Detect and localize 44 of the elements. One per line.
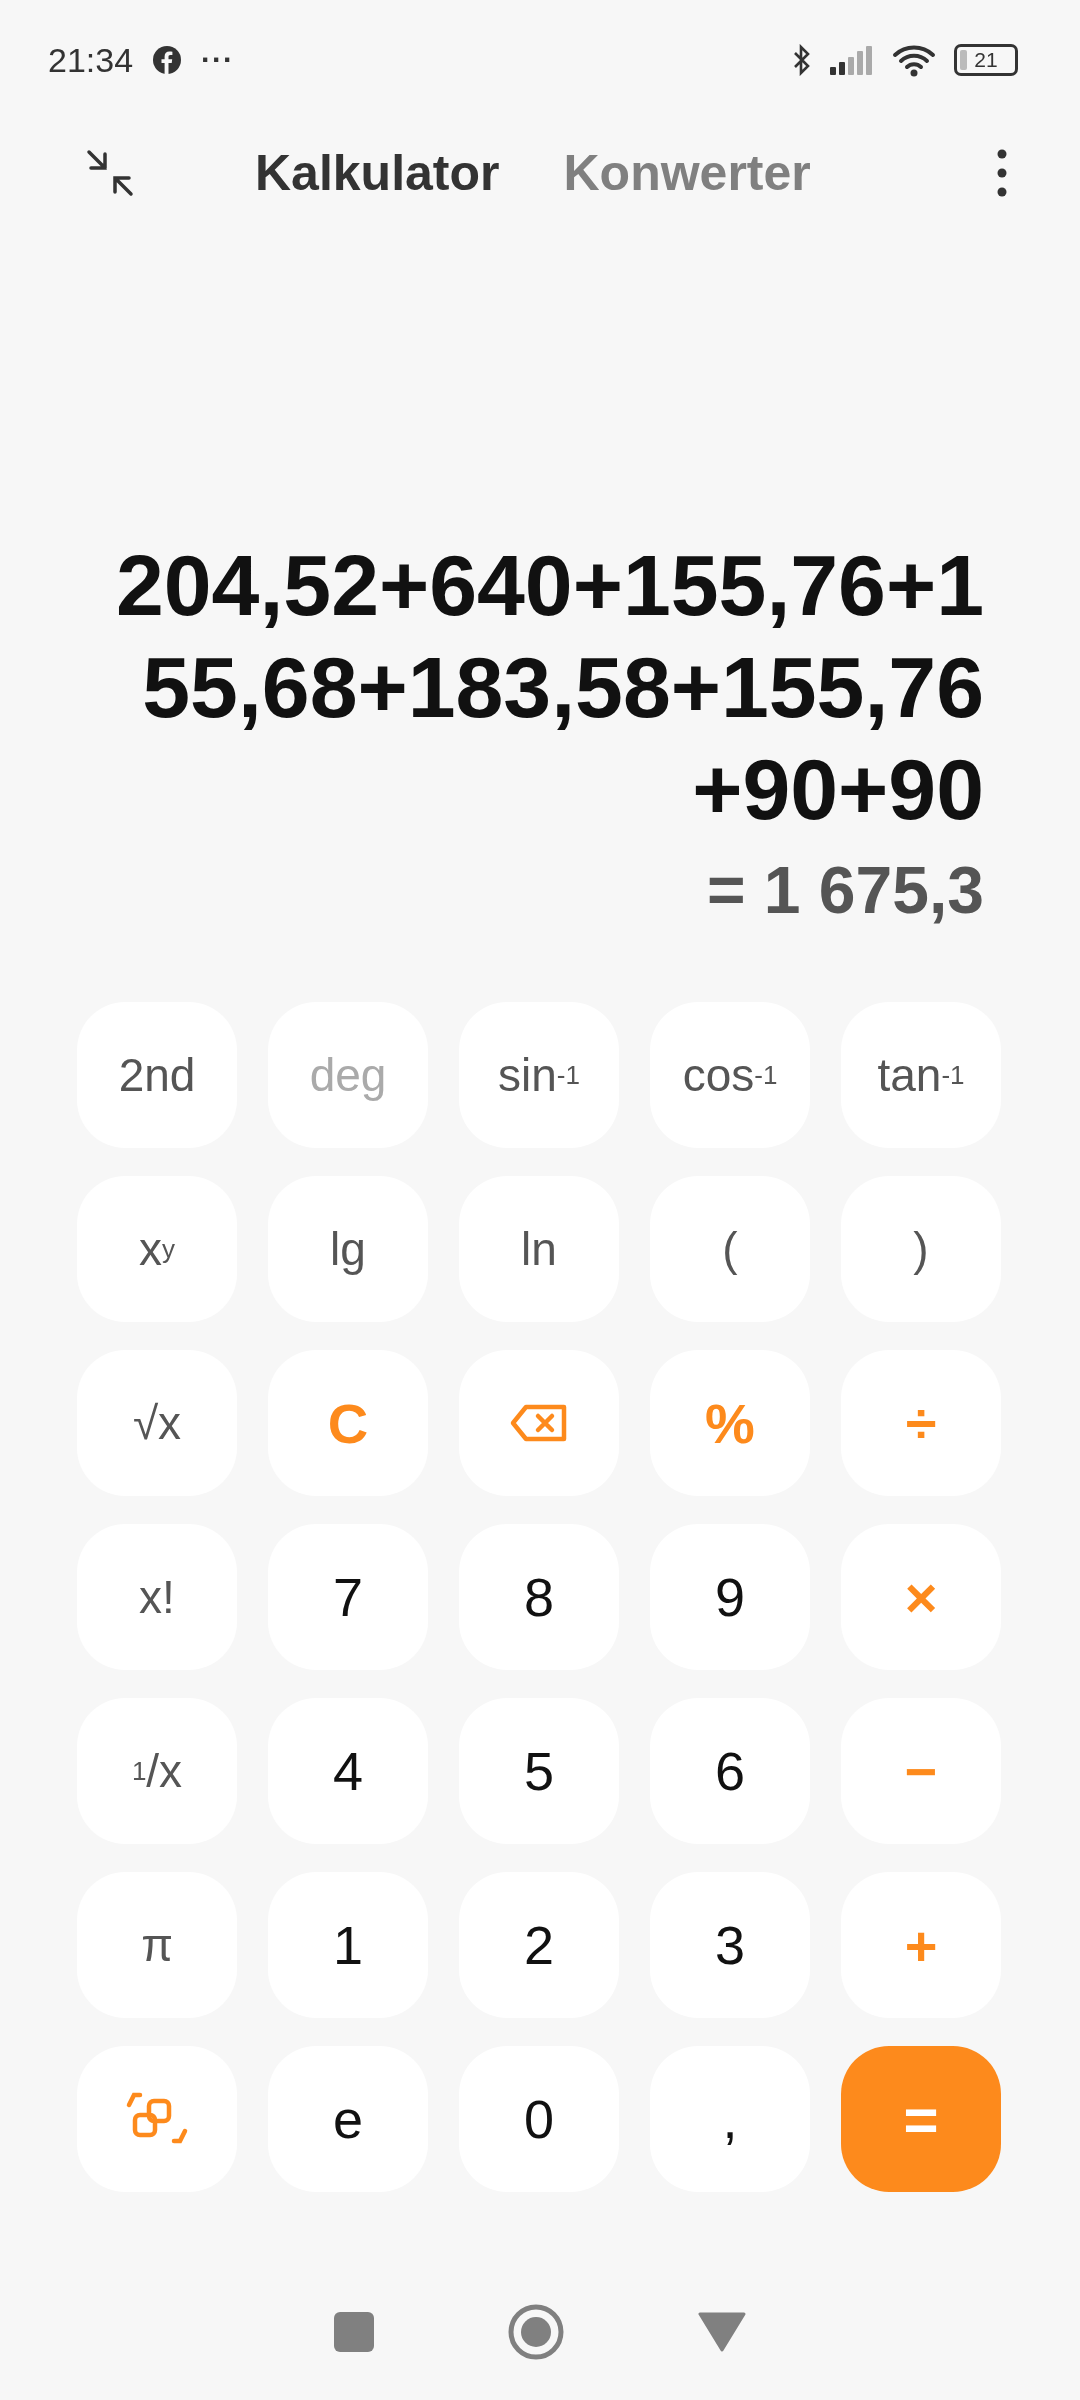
- tab[interactable]: Konwerter: [563, 143, 811, 202]
- facebook-icon: [153, 46, 182, 74]
- function-key[interactable]: ln: [459, 1176, 619, 1322]
- wifi-icon: [892, 43, 938, 77]
- digit-key[interactable]: 6: [650, 1698, 810, 1844]
- expression-line: 204,52+640+155,76+1: [115, 536, 984, 635]
- function-key[interactable]: cos$^{-1}$: [650, 1002, 810, 1148]
- clock: 21:34: [48, 40, 134, 80]
- collapse-icon[interactable]: [85, 147, 135, 198]
- function-key[interactable]: (: [650, 1176, 810, 1322]
- battery-indicator: 21: [954, 44, 1018, 76]
- bluetooth-icon: [792, 44, 812, 76]
- expression-line: 55,68+183,58+155,76: [142, 638, 984, 737]
- tab[interactable]: Kalkulator: [255, 143, 500, 202]
- digit-key[interactable]: 2: [459, 1872, 619, 2018]
- function-key[interactable]: π: [77, 1872, 237, 2018]
- function-key[interactable]: sin$^{-1}$: [459, 1002, 619, 1148]
- digit-key[interactable]: 4: [268, 1698, 428, 1844]
- function-key[interactable]: ): [841, 1176, 1001, 1322]
- expression-line: +90+90: [692, 740, 984, 839]
- function-key[interactable]: 2nd: [77, 1002, 237, 1148]
- digit-key[interactable]: 5: [459, 1698, 619, 1844]
- digit-key[interactable]: 3: [650, 1872, 810, 2018]
- digit-key[interactable]: e: [268, 2046, 428, 2192]
- function-key[interactable]: √x: [77, 1350, 237, 1496]
- digit-key[interactable]: 7: [268, 1524, 428, 1670]
- function-key[interactable]: x$^{y}$: [77, 1176, 237, 1322]
- function-key[interactable]: x!: [77, 1524, 237, 1670]
- function-key[interactable]: lg: [268, 1176, 428, 1322]
- home-icon[interactable]: [508, 2304, 564, 2360]
- backspace-key[interactable]: [459, 1350, 619, 1496]
- back-icon[interactable]: [698, 2312, 746, 2352]
- digit-key[interactable]: 0: [459, 2046, 619, 2192]
- function-key[interactable]: tan$^{-1}$: [841, 1002, 1001, 1148]
- backspace-icon: [510, 1403, 568, 1443]
- digit-key[interactable]: 1: [268, 1872, 428, 2018]
- more-notifications: ···: [201, 43, 235, 77]
- more-menu-icon[interactable]: [996, 147, 1008, 198]
- swap-key[interactable]: [77, 2046, 237, 2192]
- digit-key[interactable]: 9: [650, 1524, 810, 1670]
- function-key[interactable]: $^{1}$/x: [77, 1698, 237, 1844]
- result: = 1 675,3: [706, 852, 984, 929]
- digit-key[interactable]: ,: [650, 2046, 810, 2192]
- digit-key[interactable]: 8: [459, 1524, 619, 1670]
